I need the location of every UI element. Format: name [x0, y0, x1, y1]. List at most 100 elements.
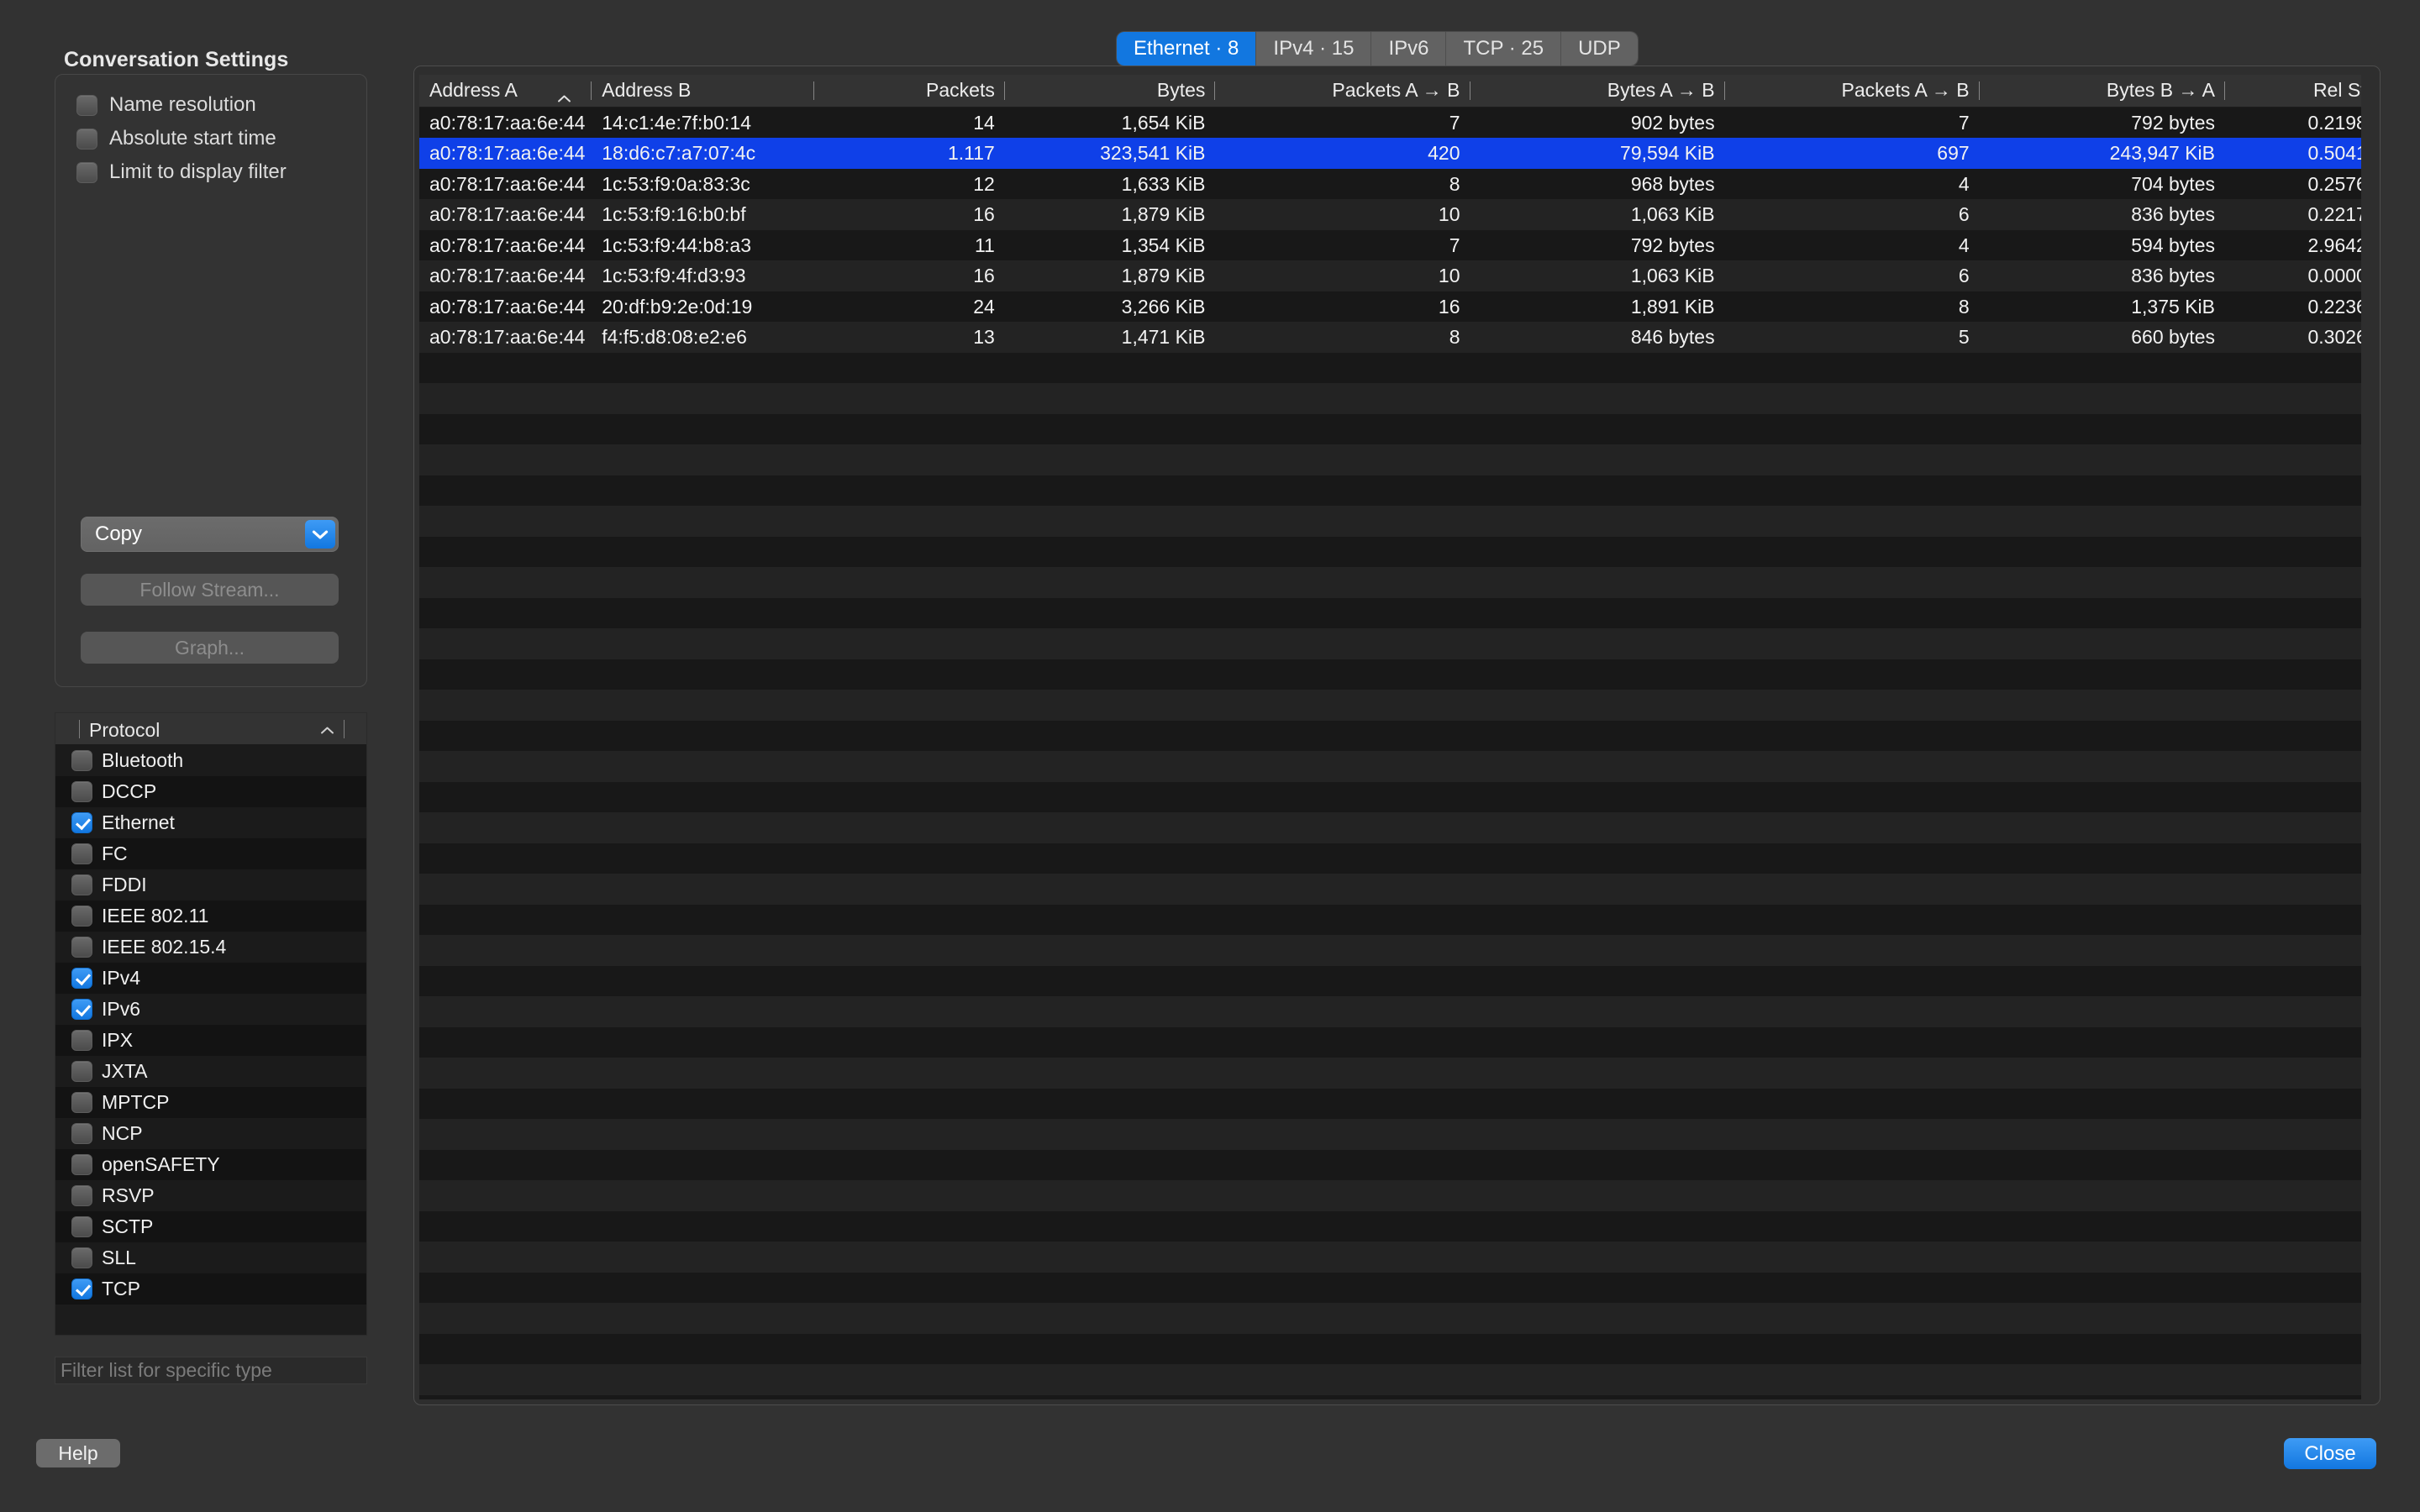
protocol-row-fddi[interactable]: FDDI — [55, 869, 366, 900]
close-button[interactable]: Close — [2284, 1438, 2376, 1469]
protocol-checkbox[interactable] — [71, 999, 92, 1020]
table-cell-empty — [1215, 1334, 1470, 1365]
help-button[interactable]: Help — [36, 1439, 120, 1467]
protocol-row-ipv6[interactable]: IPv6 — [55, 994, 366, 1025]
tab-ethernet[interactable]: Ethernet · 8 — [1117, 32, 1257, 66]
protocol-row-sll[interactable]: SLL — [55, 1242, 366, 1273]
protocol-row-mptcp[interactable]: MPTCP — [55, 1087, 366, 1118]
protocol-checkbox[interactable] — [71, 843, 92, 864]
protocol-list-header[interactable]: Protocol — [55, 713, 366, 745]
protocol-checkbox[interactable] — [71, 1092, 92, 1113]
checkbox-row-absolute-start-time[interactable]: Absolute start time — [76, 127, 276, 150]
protocol-row-fc[interactable]: FC — [55, 838, 366, 869]
table-cell-empty — [1470, 383, 1725, 414]
chevron-down-icon[interactable] — [305, 520, 335, 549]
table-cell: a0:78:17:aa:6e:44 — [429, 142, 586, 164]
table-row-empty — [419, 1394, 2375, 1399]
protocol-row-dccp[interactable]: DCCP — [55, 776, 366, 807]
protocol-checkbox[interactable] — [71, 1247, 92, 1268]
column-header-address-b[interactable]: Address B — [592, 75, 815, 108]
table-cell: 704 bytes — [2131, 172, 2215, 195]
table-row[interactable]: a0:78:17:aa:6e:44 14:c1:4e:7f:b0:14 14 1,65… — [419, 107, 2375, 138]
follow-stream-button[interactable]: Follow Stream... — [81, 574, 339, 606]
graph-button[interactable]: Graph... — [81, 632, 339, 664]
table-cell-empty — [2225, 444, 2375, 475]
protocol-label: openSAFETY — [102, 1153, 220, 1175]
column-header-bytes[interactable]: Bytes — [1004, 75, 1216, 108]
table-cell-empty — [1725, 812, 1980, 843]
tab-tcp[interactable]: TCP · 25 — [1446, 32, 1562, 66]
conversations-table-scroll-area[interactable]: Address A Address B Packets Bytes Packets A … — [419, 75, 2375, 1399]
protocol-checkbox[interactable] — [71, 750, 92, 771]
table-cell-empty — [419, 874, 592, 905]
protocol-checkbox[interactable] — [71, 968, 92, 989]
table-cell: 13 — [973, 326, 995, 348]
table-cell-empty — [2225, 782, 2375, 813]
protocol-checkbox[interactable] — [71, 781, 92, 802]
table-header-row[interactable]: Address A Address B Packets Bytes Packets A … — [419, 75, 2375, 108]
table-body[interactable]: a0:78:17:aa:6e:44 14:c1:4e:7f:b0:14 14 1,65… — [419, 107, 2375, 1399]
tab-udp[interactable]: UDP — [1561, 32, 1638, 66]
protocol-row-jxta[interactable]: JXTA — [55, 1056, 366, 1087]
protocol-tab-bar[interactable]: Ethernet · 8 IPv4 · 15 IPv6 TCP · 25 UDP — [1117, 32, 1638, 66]
tab-ipv6[interactable]: IPv6 — [1371, 32, 1447, 66]
table-row[interactable]: a0:78:17:aa:6e:44 1c:53:f9:4f:d3:93 16 1,87… — [419, 260, 2375, 291]
column-header-packets-a-b[interactable]: Packets A → B — [1724, 75, 1980, 108]
protocol-checkbox[interactable] — [71, 1216, 92, 1237]
protocol-row-ethernet[interactable]: Ethernet — [55, 807, 366, 838]
table-row[interactable]: a0:78:17:aa:6e:44 1c:53:f9:0a:83:3c 12 1,63… — [419, 168, 2375, 199]
table-cell-empty — [1980, 598, 2225, 629]
checkbox-row-name-resolution[interactable]: Name resolution — [76, 93, 256, 117]
protocol-row-tcp[interactable]: TCP — [55, 1273, 366, 1305]
table-cell-empty — [2225, 659, 2375, 690]
table-cell-empty — [2225, 353, 2375, 384]
column-header-bytes-b-a[interactable]: Bytes B → A — [1979, 75, 2226, 108]
name-resolution-checkbox[interactable] — [76, 94, 97, 116]
protocol-checkbox[interactable] — [71, 1061, 92, 1082]
sort-ascending-icon — [320, 724, 334, 739]
protocol-row-bluetooth[interactable]: Bluetooth — [55, 745, 366, 776]
column-header-bytes-a-b[interactable]: Bytes A → B — [1470, 75, 1725, 108]
protocol-checkbox[interactable] — [71, 1185, 92, 1206]
table-cell-empty — [419, 966, 592, 997]
protocol-row-sctp[interactable]: SCTP — [55, 1211, 366, 1242]
column-header-address-a[interactable]: Address A — [419, 75, 592, 108]
tab-ipv4[interactable]: IPv4 · 15 — [1256, 32, 1372, 66]
table-row[interactable]: a0:78:17:aa:6e:44 20:df:b9:2e:0d:19 24 3,26… — [419, 291, 2375, 322]
table-cell-empty — [419, 567, 592, 598]
protocol-row-ipx[interactable]: IPX — [55, 1025, 366, 1056]
absolute-start-time-checkbox[interactable] — [76, 128, 97, 150]
table-cell-empty — [1725, 996, 1980, 1027]
protocol-checkbox[interactable] — [71, 1123, 92, 1144]
protocol-checkbox[interactable] — [71, 874, 92, 895]
column-header-packets-a-b[interactable]: Packets A → B — [1215, 75, 1470, 108]
protocol-row-ncp[interactable]: NCP — [55, 1118, 366, 1149]
limit-to-display-filter-checkbox[interactable] — [76, 161, 97, 183]
table-row[interactable]: a0:78:17:aa:6e:44 1c:53:f9:44:b8:a3 11 1,35… — [419, 229, 2375, 260]
protocol-row-opensafety[interactable]: openSAFETY — [55, 1149, 366, 1180]
table-cell-empty — [592, 905, 814, 936]
protocol-row-ieee-802-11[interactable]: IEEE 802.11 — [55, 900, 366, 932]
protocol-filter-input[interactable]: Filter list for specific type — [55, 1357, 367, 1384]
protocol-row-rsvp[interactable]: RSVP — [55, 1180, 366, 1211]
protocol-checkbox[interactable] — [71, 937, 92, 958]
table-cell: 0.302660 — [2307, 326, 2375, 348]
protocol-checkbox[interactable] — [71, 906, 92, 927]
protocol-rows: Bluetooth DCCP Ethernet FC FDDI IEEE 802.11 IE… — [55, 745, 366, 1305]
protocol-checkbox[interactable] — [71, 812, 92, 833]
table-cell-empty — [1725, 721, 1980, 752]
vertical-scrollbar[interactable] — [2361, 75, 2375, 1399]
table-row[interactable]: a0:78:17:aa:6e:44 1c:53:f9:16:b0:bf 16 1,87… — [419, 199, 2375, 230]
table-cell: 1.117 — [947, 142, 995, 164]
protocol-checkbox[interactable] — [71, 1030, 92, 1051]
column-header-rel-start[interactable]: Rel Start — [2225, 75, 2375, 108]
protocol-row-ipv4[interactable]: IPv4 — [55, 963, 366, 994]
table-row[interactable]: a0:78:17:aa:6e:44 f4:f5:d8:08:e2:e6 13 1,47… — [419, 322, 2375, 353]
table-row[interactable]: a0:78:17:aa:6e:44 18:d6:c7:a7:07:4c 1.117 3… — [419, 138, 2375, 169]
copy-dropdown[interactable]: Copy — [81, 517, 339, 552]
protocol-row-ieee-802-15-4[interactable]: IEEE 802.15.4 — [55, 932, 366, 963]
protocol-checkbox[interactable] — [71, 1278, 92, 1299]
checkbox-row-limit-to-display-filter[interactable]: Limit to display filter — [76, 160, 287, 184]
column-header-packets[interactable]: Packets — [814, 75, 1005, 108]
protocol-checkbox[interactable] — [71, 1154, 92, 1175]
